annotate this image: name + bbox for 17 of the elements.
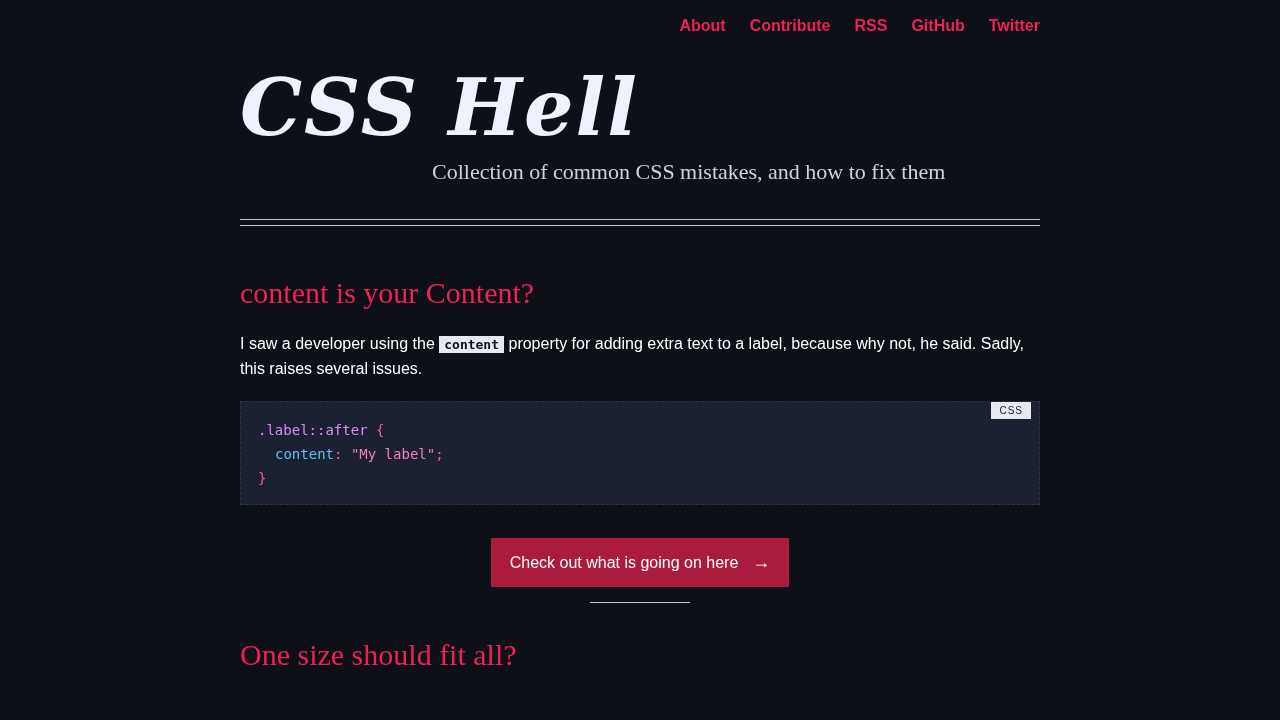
paragraph: I saw a developer using the content property for adding extra text to a label, because why not, he said. Sadly, this raises several issues. <box>240 334 1026 379</box>
tagline: Collection of common CSS mistakes, and how to fix them <box>432 159 947 185</box>
code-line: } <box>258 469 268 488</box>
nav-link[interactable]: About <box>679 17 726 35</box>
inline-code: content <box>439 336 505 353</box>
language-label: CSS <box>991 402 1031 419</box>
nav-link[interactable]: Contribute <box>749 17 831 35</box>
nav-link[interactable]: Twitter <box>988 17 1040 35</box>
arrow-icon: → <box>752 552 771 573</box>
nav-link[interactable]: RSS <box>854 17 888 35</box>
site-title: CSS Hell <box>240 63 640 153</box>
article-heading: One size should fit all? <box>240 638 518 672</box>
nav-link[interactable]: GitHub <box>911 17 965 35</box>
code-line: .label::after { <box>258 421 386 440</box>
article-heading: content is your Content? <box>240 276 536 310</box>
cta-button[interactable]: Check out what is going on here → <box>490 538 790 587</box>
code-line: content: "My label"; <box>274 445 445 464</box>
